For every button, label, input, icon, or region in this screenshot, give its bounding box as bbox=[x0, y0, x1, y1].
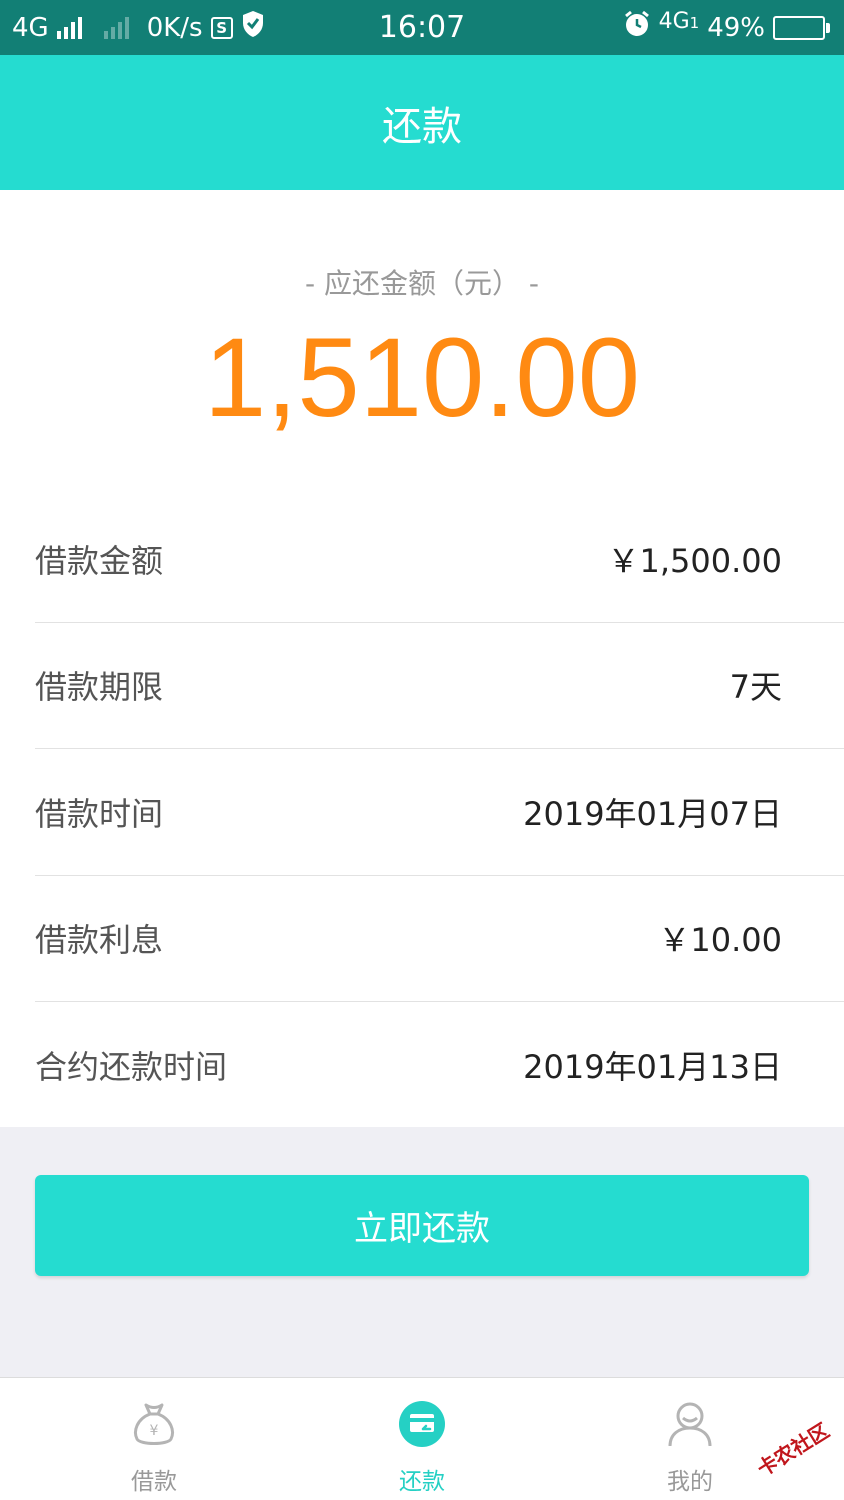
nav-label: 我的 bbox=[667, 1469, 713, 1495]
repay-card-icon bbox=[396, 1398, 448, 1450]
detail-label: 借款时间 bbox=[35, 794, 164, 833]
battery-tip bbox=[826, 22, 830, 33]
repay-now-button[interactable]: 立即还款 bbox=[35, 1175, 809, 1276]
detail-row-loan-term: 借款期限 7天 bbox=[35, 623, 844, 749]
detail-row-loan-amount: 借款金额 ￥1,500.00 bbox=[35, 496, 844, 623]
detail-label: 借款期限 bbox=[35, 668, 164, 707]
shield-icon bbox=[241, 10, 265, 45]
detail-value: 7天 bbox=[729, 668, 782, 707]
bottom-nav: ¥ 借款 还款 我的 bbox=[0, 1377, 844, 1500]
status-left: 4G 0K/s S bbox=[12, 0, 265, 55]
network-type-2: 4G1 bbox=[659, 9, 700, 34]
amount-due-value: 1,510.00 bbox=[204, 315, 640, 440]
money-bag-icon: ¥ bbox=[128, 1398, 180, 1450]
sim-icon: S bbox=[210, 16, 233, 39]
detail-value: ￥10.00 bbox=[658, 921, 782, 960]
detail-label: 借款利息 bbox=[35, 921, 164, 960]
page-title: 还款 bbox=[382, 103, 462, 150]
detail-value: 2019年01月07日 bbox=[523, 794, 782, 833]
svg-text:¥: ¥ bbox=[150, 1423, 159, 1439]
detail-label: 借款金额 bbox=[35, 541, 164, 580]
battery-icon bbox=[773, 15, 830, 40]
signal-secondary-icon bbox=[103, 16, 129, 39]
signal-icon bbox=[56, 16, 82, 39]
page-header: 还款 bbox=[0, 55, 844, 190]
nav-item-borrow[interactable]: ¥ 借款 bbox=[54, 1378, 254, 1500]
battery-percent: 49% bbox=[707, 12, 765, 43]
network-type: 4G bbox=[12, 12, 49, 43]
detail-row-due-date: 合约还款时间 2019年01月13日 bbox=[35, 1002, 844, 1129]
nav-item-repay[interactable]: 还款 bbox=[322, 1378, 522, 1500]
watermark-text: 卡农社区 bbox=[752, 1417, 834, 1481]
alarm-icon bbox=[623, 10, 651, 45]
detail-row-interest: 借款利息 ￥10.00 bbox=[35, 876, 844, 1002]
battery-body bbox=[773, 15, 825, 40]
network-type-2-label: 4G bbox=[658, 9, 690, 34]
network-speed: 0K/s bbox=[146, 12, 203, 43]
detail-label: 合约还款时间 bbox=[35, 1048, 228, 1087]
status-right: 4G1 49% bbox=[623, 0, 830, 55]
detail-value: ￥1,500.00 bbox=[607, 541, 782, 580]
detail-value: 2019年01月13日 bbox=[523, 1048, 782, 1087]
nav-label: 还款 bbox=[399, 1469, 445, 1495]
nav-label: 借款 bbox=[131, 1469, 177, 1495]
network-type-2-sub: 1 bbox=[689, 14, 700, 32]
user-icon bbox=[664, 1398, 716, 1450]
amount-due-label: - 应还金额（元） - bbox=[304, 267, 539, 300]
status-bar: 4G 0K/s S 16:07 4G1 49% bbox=[0, 0, 844, 55]
repay-now-label: 立即还款 bbox=[354, 1209, 490, 1249]
loan-details-list: 借款金额 ￥1,500.00 借款期限 7天 借款时间 2019年01月07日 … bbox=[0, 496, 844, 1129]
detail-row-loan-date: 借款时间 2019年01月07日 bbox=[35, 749, 844, 876]
